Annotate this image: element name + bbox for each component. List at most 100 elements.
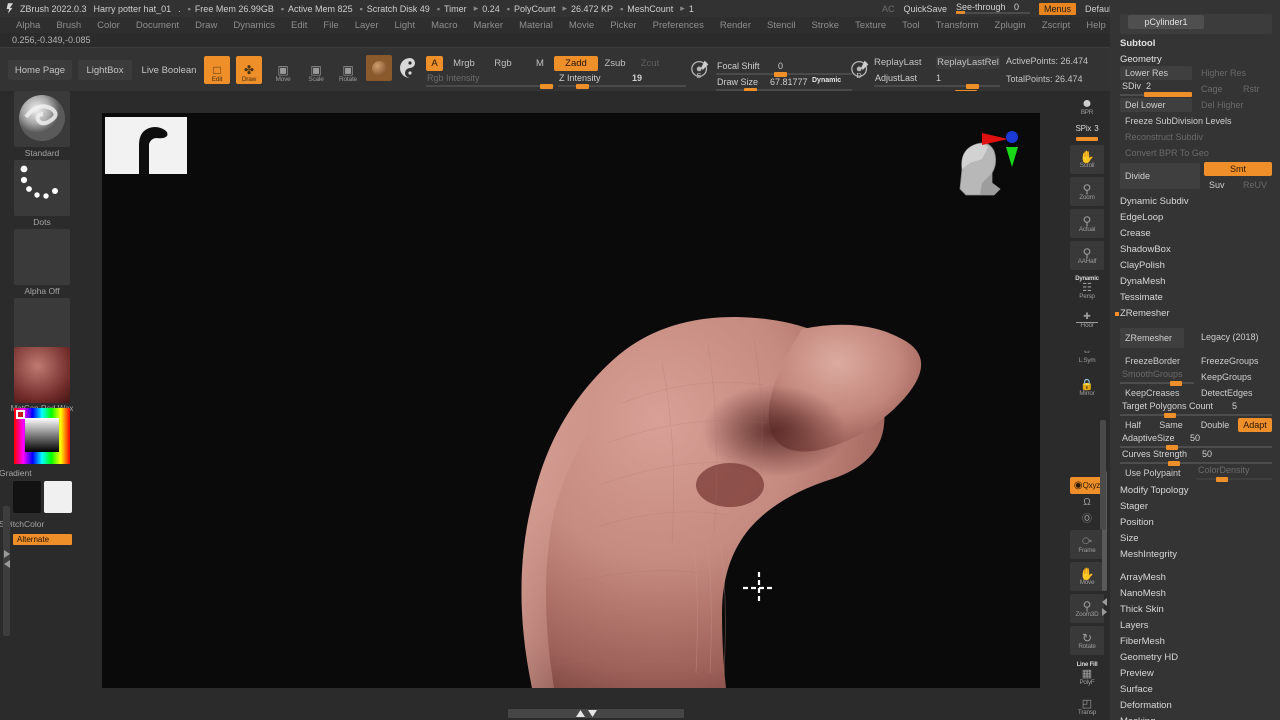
menu-color[interactable]: Color <box>89 20 128 31</box>
menu-alpha[interactable]: Alpha <box>8 20 48 31</box>
scale-mode-button[interactable]: ▣ Scale <box>303 56 329 84</box>
deformation-item[interactable]: Deformation <box>1120 700 1172 711</box>
quicksave-button[interactable]: QuickSave <box>904 4 948 14</box>
tessimate-item[interactable]: Tessimate <box>1120 292 1163 303</box>
gizmo-head-icon[interactable] <box>942 125 1020 203</box>
home-page-button[interactable]: Home Page <box>8 60 72 80</box>
surface-item[interactable]: Surface <box>1120 684 1153 695</box>
adjust-last-slider[interactable]: AdjustLast 1 <box>874 73 1000 89</box>
menu-transform[interactable]: Transform <box>928 20 987 31</box>
spix-slider[interactable]: SPix 3 <box>1070 121 1104 137</box>
suv-button[interactable]: Suv <box>1204 178 1238 192</box>
geometry-hd-item[interactable]: Geometry HD <box>1120 652 1178 663</box>
menu-tool[interactable]: Tool <box>894 20 927 31</box>
menu-zplugin[interactable]: Zplugin <box>987 20 1034 31</box>
floor-button[interactable]: ✚ Floor <box>1070 305 1104 333</box>
local-symmetry-button[interactable]: ⇔ L.Sym <box>1070 341 1104 369</box>
replay-last-rel-button[interactable]: ReplayLastRel <box>936 56 1000 69</box>
modify-topology-item[interactable]: Modify Topology <box>1120 485 1188 496</box>
menu-picker[interactable]: Picker <box>602 20 644 31</box>
dynamesh-item[interactable]: DynaMesh <box>1120 276 1165 287</box>
detect-edges-button[interactable]: DetectEdges <box>1196 386 1272 400</box>
menu-file[interactable]: File <box>315 20 346 31</box>
mesh-integrity-item[interactable]: MeshIntegrity <box>1120 549 1177 560</box>
stroke-thumbnail[interactable] <box>14 160 70 216</box>
lightbox-button[interactable]: LightBox <box>78 60 132 80</box>
reconstruct-subdiv-button[interactable]: Reconstruct Subdiv <box>1120 130 1272 144</box>
use-polypaint-button[interactable]: Use Polypaint <box>1120 466 1196 480</box>
menu-macro[interactable]: Macro <box>423 20 465 31</box>
dynamic-subdiv-item[interactable]: Dynamic Subdiv <box>1120 196 1189 207</box>
viewport[interactable] <box>102 113 1040 688</box>
focal-shift-slider[interactable]: Focal Shift 0 <box>716 61 852 77</box>
smooth-groups-slider[interactable]: SmoothGroups <box>1120 369 1194 386</box>
menu-preferences[interactable]: Preferences <box>645 20 712 31</box>
bpr-render-button[interactable]: ● BPR <box>1070 91 1104 123</box>
array-mesh-item[interactable]: ArrayMesh <box>1120 572 1166 583</box>
z-intensity-knob[interactable] <box>576 84 589 89</box>
right-shelf-scroll-arrows-icon[interactable] <box>1100 596 1109 618</box>
polyframe-button[interactable]: Line Fill ▦ PolyF <box>1070 659 1104 689</box>
menu-document[interactable]: Document <box>128 20 187 31</box>
q-button[interactable]: Ⓞ <box>1070 512 1104 528</box>
dynamic-badge[interactable]: Dynamic <box>812 77 841 84</box>
divide-button[interactable]: Divide <box>1120 163 1200 189</box>
color-picker[interactable] <box>14 408 70 464</box>
legacy-2018-button[interactable]: Legacy (2018) <box>1196 330 1272 344</box>
persp-button[interactable]: Dynamic ☷ Persp <box>1070 273 1104 303</box>
alpha-selector[interactable]: Alpha Off <box>14 229 70 296</box>
primary-color-swatch[interactable] <box>13 481 41 513</box>
menu-dynamics[interactable]: Dynamics <box>225 20 283 31</box>
rgb-toggle[interactable]: Rgb <box>490 56 516 71</box>
convert-bpr-button[interactable]: Convert BPR To Geo <box>1120 146 1272 160</box>
menu-render[interactable]: Render <box>712 20 759 31</box>
menu-light[interactable]: Light <box>386 20 423 31</box>
curves-strength-slider[interactable]: Curves Strength 50 <box>1120 449 1272 466</box>
freeze-border-button[interactable]: FreezeBorder <box>1120 354 1196 368</box>
menu-texture[interactable]: Texture <box>847 20 894 31</box>
menu-stencil[interactable]: Stencil <box>759 20 804 31</box>
scroll-up-arrow-icon[interactable] <box>575 709 586 718</box>
adapt-button[interactable]: Adapt <box>1238 418 1272 432</box>
menu-edit[interactable]: Edit <box>283 20 315 31</box>
color-density-slider[interactable]: ColorDensity <box>1196 465 1272 482</box>
menu-marker[interactable]: Marker <box>466 20 512 31</box>
menu-brush[interactable]: Brush <box>48 20 89 31</box>
swirl-icon[interactable] <box>398 56 422 80</box>
mrgb-alpha-toggle[interactable]: A <box>426 56 443 71</box>
menu-layer[interactable]: Layer <box>347 20 387 31</box>
freeze-groups-button[interactable]: FreezeGroups <box>1196 354 1272 368</box>
sdiv-slider[interactable]: SDiv 2 <box>1120 81 1192 97</box>
replay-last-button[interactable]: ReplayLast <box>874 56 932 69</box>
del-lower-button[interactable]: Del Lower <box>1120 98 1192 112</box>
focal-shift-stylus-icon[interactable]: S <box>690 57 712 79</box>
menu-draw[interactable]: Draw <box>187 20 225 31</box>
thick-skin-item[interactable]: Thick Skin <box>1120 604 1164 615</box>
scroll-arrows-group[interactable] <box>566 708 606 719</box>
menus-button[interactable]: Menus <box>1039 2 1077 15</box>
edit-mode-button[interactable]: □ Edit <box>204 56 230 84</box>
m-toggle[interactable]: M <box>532 56 548 71</box>
spix-slider-knob[interactable] <box>1076 137 1098 141</box>
aahalf-button[interactable]: ⚲ AAHalf <box>1070 241 1104 270</box>
half-button[interactable]: Half <box>1118 418 1148 432</box>
zoom-button[interactable]: ⚲ Zoom <box>1070 177 1104 206</box>
navigation-gizmo[interactable] <box>942 125 1020 203</box>
edgeloop-item[interactable]: EdgeLoop <box>1120 212 1163 223</box>
adjust-last-knob[interactable] <box>966 84 979 89</box>
rotate-lock-button[interactable]: Ω <box>1070 495 1104 511</box>
secondary-color-swatch[interactable] <box>44 481 72 513</box>
qxyz-button[interactable]: ◉ Qxyz <box>1070 477 1104 494</box>
material-selector[interactable]: MatCap Red Wax <box>11 347 73 413</box>
left-scroll-arrows-icon[interactable] <box>2 546 12 572</box>
higher-res-button[interactable]: Higher Res <box>1196 66 1272 80</box>
crease-item[interactable]: Crease <box>1120 228 1151 239</box>
layers-item[interactable]: Layers <box>1120 620 1149 631</box>
mirror-lock-button[interactable]: 🔒 Mirror <box>1070 374 1104 402</box>
switch-color-button[interactable]: SwitchColor <box>0 519 70 529</box>
panel-divider-scrollbar[interactable] <box>1100 420 1106 530</box>
zremesher-section-item[interactable]: ZRemesher <box>1120 308 1170 319</box>
move-3d-button[interactable]: ✋ Move <box>1070 562 1104 591</box>
claypolish-item[interactable]: ClayPolish <box>1120 260 1165 271</box>
scroll-down-arrow-icon[interactable] <box>587 709 598 718</box>
